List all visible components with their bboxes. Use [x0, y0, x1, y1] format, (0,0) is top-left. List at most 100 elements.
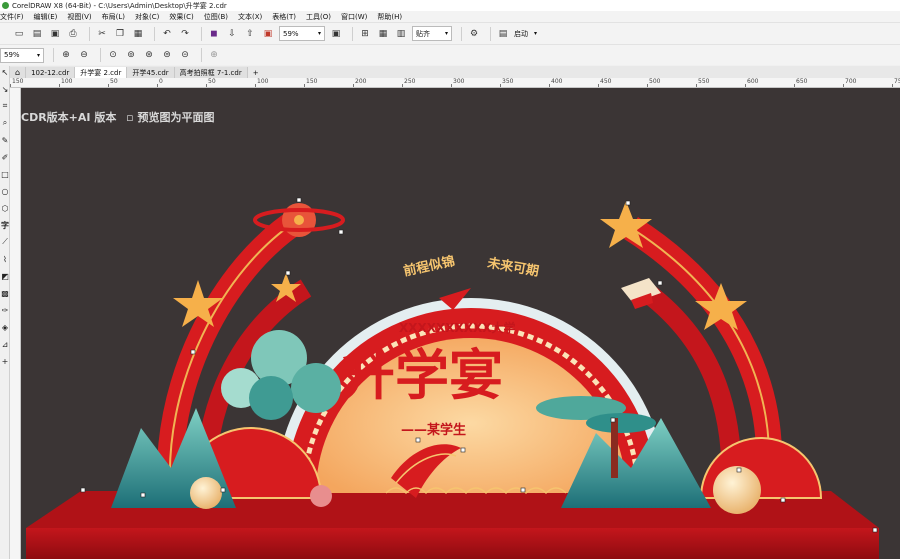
zoom-page-icon[interactable]: ⊛ [142, 48, 156, 62]
eyedropper-tool-icon[interactable]: ✑ [0, 304, 10, 316]
ruler-tick-mark [892, 84, 893, 87]
ruler-tick-mark [598, 84, 599, 87]
chevron-down-icon: ▾ [534, 30, 538, 37]
toolbar-divider [490, 26, 491, 41]
menu-view[interactable]: 视图(V) [66, 12, 100, 22]
zoom-out-icon[interactable]: ⊖ [77, 48, 91, 62]
freehand-tool-icon[interactable]: ✎ [0, 134, 10, 146]
artistic-media-tool-icon[interactable]: ✐ [0, 151, 10, 163]
print-icon[interactable]: ⎙ [66, 27, 80, 41]
menu-bitmaps[interactable]: 位图(B) [203, 12, 237, 22]
ruler-tick-mark [647, 84, 648, 87]
application-launcher-icon[interactable]: ▤ [496, 27, 510, 41]
tab-gaokao-photo-frame[interactable]: 高考拍照框 7-1.cdr [174, 67, 248, 78]
export-icon[interactable]: ⇧ [243, 27, 257, 41]
cut-icon[interactable]: ✂ [95, 27, 109, 41]
interactive-fill-tool-icon[interactable]: ◈ [0, 321, 10, 333]
tab-102-12[interactable]: 102-12.cdr [26, 67, 76, 78]
menu-text[interactable]: 文本(X) [237, 12, 271, 22]
ruler-tick-label: 100 [257, 78, 269, 85]
ruler-tick-mark [843, 84, 844, 87]
rectangle-tool-icon[interactable]: □ [0, 168, 10, 180]
menu-help[interactable]: 帮助(H) [376, 12, 411, 22]
snap-to-combo[interactable]: 贴齐 ▾ [412, 26, 452, 41]
ellipse-tool-icon[interactable]: ○ [0, 185, 10, 197]
shape-tool-icon[interactable]: ↘ [0, 83, 10, 95]
main-title: 升学宴 [341, 343, 503, 407]
standard-toolbar: ▭ ▤ ▣ ⎙ ✂ ❐ ▦ ↶ ↷ ◼ ⇩ ⇧ ▣ 59% ▾ ▣ ⊞ ▦ ▥ … [0, 22, 900, 44]
menu-tools[interactable]: 工具(O) [305, 12, 340, 22]
zoom-width-icon[interactable]: ⊜ [160, 48, 174, 62]
show-rulers-icon[interactable]: ⊞ [358, 27, 372, 41]
snap-to-label: 贴齐 [416, 29, 430, 38]
redo-icon[interactable]: ↷ [178, 27, 192, 41]
tab-shengxueyan-2[interactable]: 升学宴 2.cdr [75, 67, 128, 78]
home-icon: ⌂ [15, 68, 21, 77]
text-tool-icon[interactable]: 字 [0, 219, 10, 231]
horizontal-ruler[interactable]: 150 100 50 0 50 100 150 200 250 300 350 400 450 500 55… [10, 78, 900, 88]
full-screen-icon[interactable]: ▣ [329, 27, 343, 41]
student-name: ——某学生 [401, 422, 466, 438]
drop-shadow-tool-icon[interactable]: ◩ [0, 270, 10, 282]
zoom-selected-icon[interactable]: ⊙ [106, 48, 120, 62]
menu-file[interactable]: 文件(F) [0, 12, 33, 22]
menu-table[interactable]: 表格(T) [271, 12, 305, 22]
ruler-tick-label: 50 [208, 78, 216, 85]
property-zoom-combo[interactable]: 59% ▾ [0, 47, 44, 63]
undo-icon[interactable]: ↶ [160, 27, 174, 41]
ruler-tick-label: 150 [306, 78, 318, 85]
menu-object[interactable]: 对象(C) [134, 12, 168, 22]
new-document-icon[interactable]: ▭ [12, 27, 26, 41]
ruler-tick-mark [500, 84, 501, 87]
menu-edit[interactable]: 编辑(E) [33, 12, 67, 22]
menu-window[interactable]: 窗口(W) [340, 12, 376, 22]
ruler-tick-label: 450 [600, 78, 612, 85]
tab-home[interactable]: ⌂ [10, 67, 27, 78]
connector-tool-icon[interactable]: ⌇ [0, 253, 10, 265]
publish-pdf-icon[interactable]: ▣ [261, 27, 275, 41]
smart-fill-tool-icon[interactable]: ⊿ [0, 338, 10, 350]
polygon-tool-icon[interactable]: ⬡ [0, 202, 10, 214]
zoom-tool-icon[interactable]: ⌕ [0, 117, 10, 129]
ruler-tick-mark [255, 84, 256, 87]
add-icon[interactable]: ⊕ [207, 48, 221, 62]
menu-layout[interactable]: 布局(L) [101, 12, 134, 22]
copy-icon[interactable]: ❐ [113, 27, 127, 41]
ruler-tick-label: 0 [159, 78, 163, 85]
ruler-tick-mark [157, 84, 158, 87]
options-gear-icon[interactable]: ⚙ [467, 27, 481, 41]
drawing-canvas[interactable]: CDR版本+AI 版本 ▫ 预览图为平面图 前程似锦 未来可期 XXXXXXXX… [21, 88, 900, 559]
show-guidelines-icon[interactable]: ▥ [394, 27, 408, 41]
graduation-banquet-design[interactable]: 前程似锦 未来可期 XXXXXXXXXX大学 升学宴 ——某学生 [21, 88, 900, 559]
ruler-tick-mark [549, 84, 550, 87]
open-folder-icon[interactable]: ▤ [30, 27, 44, 41]
vertical-ruler[interactable] [10, 88, 21, 559]
add-tool-icon[interactable]: + [0, 355, 10, 367]
transparency-tool-icon[interactable]: ▩ [0, 287, 10, 299]
toolbar-divider [53, 48, 54, 62]
zoom-height-icon[interactable]: ⊝ [178, 48, 192, 62]
ruler-tick-mark [745, 84, 746, 87]
import-icon[interactable]: ⇩ [225, 27, 239, 41]
toolbar-divider [352, 26, 353, 41]
ruler-tick-label: 600 [747, 78, 759, 85]
zoom-all-objects-icon[interactable]: ⊚ [124, 48, 138, 62]
ruler-tick-mark [304, 84, 305, 87]
new-tab-button[interactable]: + [248, 67, 264, 78]
crop-tool-icon[interactable]: ⌗ [0, 100, 10, 112]
save-icon[interactable]: ▣ [48, 27, 62, 41]
show-grid-icon[interactable]: ▦ [376, 27, 390, 41]
paste-icon[interactable]: ▦ [131, 27, 145, 41]
parallel-dimension-tool-icon[interactable]: ⟋ [0, 236, 10, 248]
pick-tool-icon[interactable]: ↖ [0, 66, 10, 78]
title-bar: CorelDRAW X8 (64-Bit) - C:\Users\Admin\D… [0, 0, 900, 11]
zoom-in-icon[interactable]: ⊕ [59, 48, 73, 62]
ruler-tick-mark [59, 84, 60, 87]
zoom-level-combo[interactable]: 59% ▾ [279, 26, 325, 41]
ruler-tick-label: 100 [61, 78, 73, 85]
ruler-tick-label: 700 [845, 78, 857, 85]
tab-kaixue45[interactable]: 开学45.cdr [127, 67, 175, 78]
menu-effects[interactable]: 效果(C) [168, 12, 202, 22]
launch-button[interactable]: 启动 ▾ [514, 29, 537, 39]
search-content-icon[interactable]: ◼ [207, 27, 221, 41]
